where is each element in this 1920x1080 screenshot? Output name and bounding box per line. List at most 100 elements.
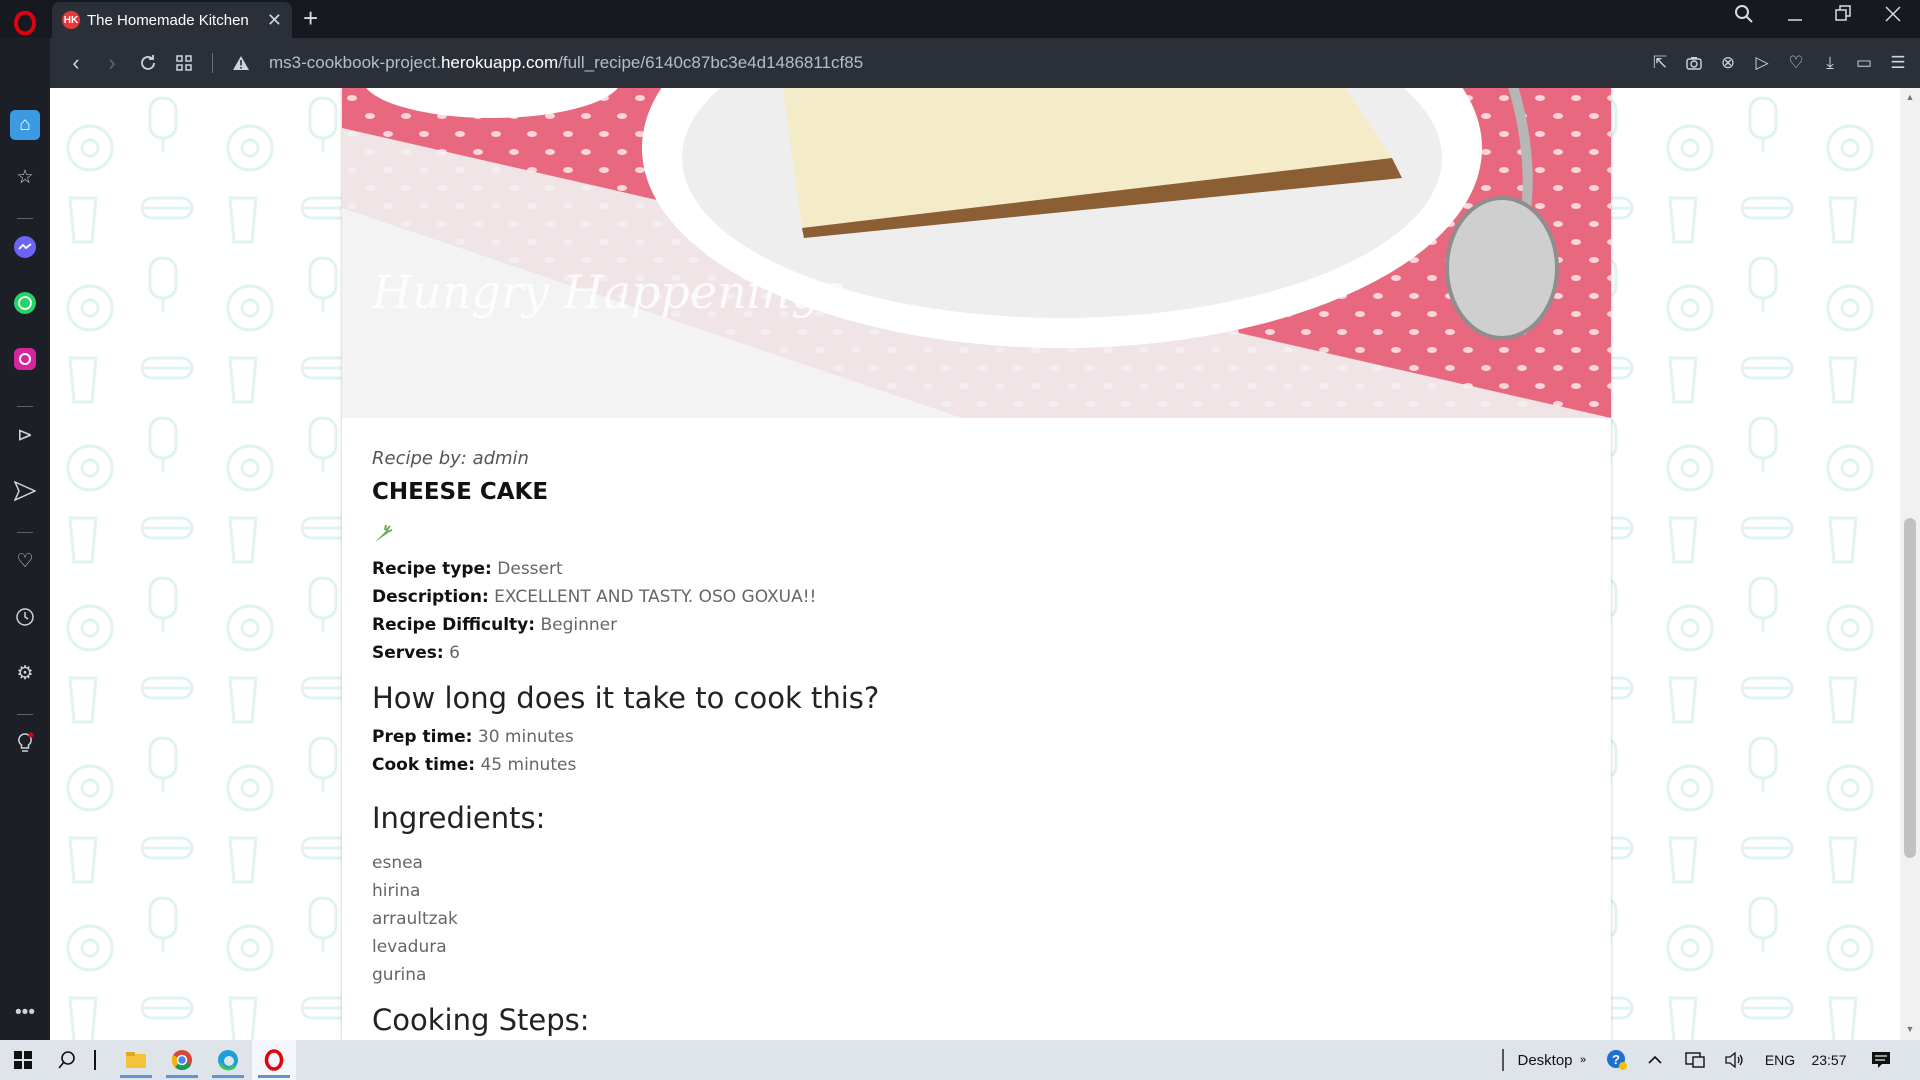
windows-start-icon[interactable] xyxy=(8,1040,38,1080)
detail-label: Description: xyxy=(372,587,489,607)
time-heading: How long does it take to cook this? xyxy=(372,681,880,715)
ingredient-item: hirina xyxy=(372,881,421,901)
recipe-card: Hungry Happenings Recipe by: admin CHEES… xyxy=(342,88,1611,1040)
running-indicator xyxy=(212,1075,244,1078)
time-label: Prep time: xyxy=(372,727,473,747)
tab-homemade-kitchen[interactable]: HK The Homemade Kitchen ✕ xyxy=(52,2,292,38)
detail-label: Serves: xyxy=(372,643,444,663)
running-indicator xyxy=(120,1075,152,1078)
page-scrollbar[interactable]: ▲ ▼ xyxy=(1900,88,1920,1040)
tab-grid-icon[interactable] xyxy=(166,45,202,81)
more-options-icon[interactable]: ••• xyxy=(10,998,40,1028)
speed-dial-home-icon[interactable]: ⌂ xyxy=(10,110,40,140)
sidebar-divider xyxy=(17,218,33,219)
address-bar-tools: ⇱ ⊗ ▷ ♡ ⤓ ▭ ☰ xyxy=(1646,46,1912,80)
recipe-hero-image: Hungry Happenings xyxy=(342,88,1611,418)
time-label: Cook time: xyxy=(372,755,476,775)
recipe-detail-row: Recipe type: Dessert xyxy=(372,555,1572,583)
search-icon[interactable] xyxy=(52,1040,82,1080)
ingredient-item: arraultzak xyxy=(372,909,458,929)
history-clock-icon[interactable] xyxy=(10,602,40,632)
sidebar-divider xyxy=(17,406,33,407)
share-icon[interactable]: ⇱ xyxy=(1646,46,1674,80)
help-icon[interactable]: ? xyxy=(1602,1040,1632,1080)
sidebar-divider xyxy=(17,532,33,533)
system-clock[interactable]: 23:57 xyxy=(1806,1040,1852,1080)
hero-watermark: Hungry Happenings xyxy=(371,265,844,319)
pinboards-heart-icon[interactable]: ♡ xyxy=(10,546,40,576)
url-path: /full_recipe/6140c87bc3e4d1486811cf85 xyxy=(558,53,864,72)
tips-lightbulb-icon[interactable] xyxy=(10,728,40,758)
time-value: 30 minutes xyxy=(477,727,574,747)
detail-value: 6 xyxy=(449,643,460,663)
detail-value: EXCELLENT AND TASTY. OSO GOXUA!! xyxy=(494,587,817,607)
forward-icon[interactable]: › xyxy=(94,45,130,81)
url-field[interactable]: ms3-cookbook-project.herokuapp.com/full_… xyxy=(269,53,863,73)
settings-gear-icon[interactable]: ⚙ xyxy=(10,658,40,688)
detail-label: Recipe type: xyxy=(372,559,492,579)
send-icon[interactable]: ▷ xyxy=(1748,46,1776,80)
opera-logo-icon[interactable] xyxy=(10,8,40,38)
restore-icon[interactable] xyxy=(1834,4,1852,30)
recipe-detail-row: Description: EXCELLENT AND TASTY. OSO GO… xyxy=(372,583,1572,611)
minimize-icon[interactable] xyxy=(1786,4,1804,30)
tab-favicon-icon: HK xyxy=(62,11,80,29)
scroll-up-arrow-icon[interactable]: ▲ xyxy=(1904,92,1916,104)
opera-sidebar: ⌂ ☆ ⊳ ♡ ⚙ ••• xyxy=(0,38,50,1040)
download-icon[interactable]: ⤓ xyxy=(1816,46,1844,80)
new-tab-plus-icon[interactable]: + xyxy=(303,3,318,34)
search-tabs-icon[interactable] xyxy=(1734,4,1754,30)
tab-title: The Homemade Kitchen xyxy=(87,11,249,29)
easy-setup-icon[interactable]: ☰ xyxy=(1884,46,1912,80)
recipe-detail-row: Serves: 6 xyxy=(372,639,1572,667)
file-explorer-icon[interactable] xyxy=(114,1040,158,1080)
url-prefix: ms3-cookbook-project. xyxy=(269,53,441,72)
chrome-icon[interactable] xyxy=(160,1040,204,1080)
browser-tab-strip: HK The Homemade Kitchen ✕ + xyxy=(0,0,1920,38)
security-warning-icon[interactable] xyxy=(223,45,259,81)
network-icon[interactable] xyxy=(1682,1040,1708,1080)
ingredients-heading: Ingredients: xyxy=(372,801,546,835)
heart-icon[interactable]: ♡ xyxy=(1782,46,1810,80)
toolbar-expand-chevron-icon[interactable]: » xyxy=(1576,1040,1590,1080)
running-indicator xyxy=(166,1075,198,1078)
desktop-toolbar-label[interactable]: Desktop xyxy=(1514,1040,1576,1080)
whatsapp-icon[interactable] xyxy=(10,288,40,318)
back-icon[interactable]: ‹ xyxy=(58,45,94,81)
scroll-down-arrow-icon[interactable]: ▼ xyxy=(1904,1024,1916,1036)
address-bar: ‹ › ms3-cookbook-project.herokuapp.com/f… xyxy=(50,38,1920,88)
recipe-title: CHEESE CAKE xyxy=(372,479,549,505)
scrollbar-thumb[interactable] xyxy=(1904,518,1916,858)
volume-speaker-icon[interactable] xyxy=(1722,1040,1748,1080)
battery-saver-icon[interactable]: ▭ xyxy=(1850,46,1878,80)
ingredient-item: esnea xyxy=(372,853,423,873)
opera-taskbar-icon[interactable] xyxy=(252,1040,296,1080)
input-language-indicator[interactable]: ENG xyxy=(1760,1040,1800,1080)
time-value: 45 minutes xyxy=(480,755,577,775)
toolbar-divider xyxy=(212,53,213,73)
reload-icon[interactable] xyxy=(130,45,166,81)
cook-time-row: Cook time: 45 minutes xyxy=(372,751,1572,779)
my-flow-send-icon[interactable] xyxy=(10,476,40,506)
bookmarks-star-icon[interactable]: ☆ xyxy=(10,162,40,192)
detail-value: Beginner xyxy=(540,615,618,635)
player-icon[interactable]: ⊳ xyxy=(10,420,40,450)
adblock-icon[interactable]: ⊗ xyxy=(1714,46,1742,80)
prep-time-row: Prep time: 30 minutes xyxy=(372,723,1572,751)
detail-value: Dessert xyxy=(497,559,563,579)
ingredient-item: gurina xyxy=(372,965,427,985)
show-hidden-icons-chevron-icon[interactable] xyxy=(1642,1040,1668,1080)
edge-icon[interactable] xyxy=(206,1040,250,1080)
recipe-content: Recipe by: admin CHEESE CAKE Recipe type… xyxy=(372,448,1572,1040)
running-indicator xyxy=(258,1075,290,1078)
camera-icon[interactable] xyxy=(1680,46,1708,80)
svg-text:?: ? xyxy=(1612,1052,1620,1067)
close-window-icon[interactable] xyxy=(1884,4,1902,30)
windows-taskbar: Desktop » ? ENG 23:57 xyxy=(0,1040,1920,1080)
close-tab-icon[interactable]: ✕ xyxy=(267,10,282,31)
recipe-detail-row: Recipe Difficulty: Beginner xyxy=(372,611,1572,639)
action-center-notification-icon[interactable] xyxy=(1866,1040,1896,1080)
task-view-divider xyxy=(92,1040,98,1080)
instagram-icon[interactable] xyxy=(10,344,40,374)
messenger-icon[interactable] xyxy=(10,232,40,262)
